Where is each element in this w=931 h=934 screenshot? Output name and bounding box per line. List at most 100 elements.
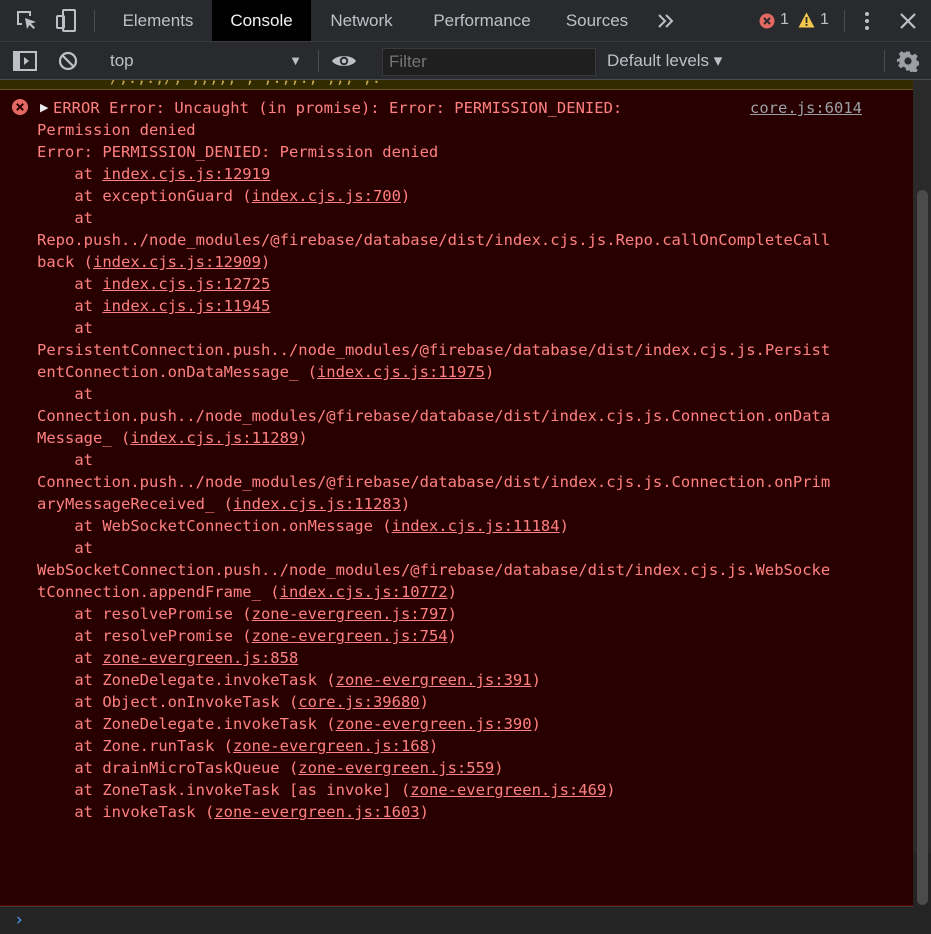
source-link[interactable]: zone-evergreen.js:1603 bbox=[214, 803, 419, 821]
stack-trace-text: at invokeTask ( bbox=[37, 803, 215, 821]
source-link[interactable]: index.cjs.js:11289 bbox=[130, 429, 298, 447]
stack-trace-line: Connection.push../node_modules/@firebase… bbox=[37, 471, 830, 493]
error-message[interactable]: ▶ core.js:6014 ERROR Error: Uncaught (in… bbox=[0, 90, 913, 906]
error-count-icon[interactable] bbox=[759, 13, 775, 29]
log-levels-dropdown[interactable]: Default levels ▾ bbox=[607, 42, 722, 79]
stack-trace-line: Permission denied bbox=[37, 119, 196, 141]
stack-trace-text: at exceptionGuard ( bbox=[37, 187, 252, 205]
double-chevron-right-icon[interactable] bbox=[656, 11, 676, 31]
source-link[interactable]: index.cjs.js:10772 bbox=[280, 583, 448, 601]
stack-trace-line: at drainMicroTaskQueue (zone-evergreen.j… bbox=[37, 757, 503, 779]
stack-trace-text: at resolvePromise ( bbox=[37, 605, 252, 623]
source-link[interactable]: zone-evergreen.js:559 bbox=[298, 759, 494, 777]
source-link[interactable]: index.cjs.js:700 bbox=[252, 187, 401, 205]
stack-trace-line: at index.cjs.js:11945 bbox=[37, 295, 270, 317]
stack-trace-text: ERROR Error: Uncaught (in promise): Erro… bbox=[53, 99, 623, 117]
close-icon[interactable] bbox=[899, 12, 917, 30]
device-toolbar-icon[interactable] bbox=[54, 8, 80, 34]
console-messages[interactable]: /,.,.,/, ,,,,, , ,.,,., ,,, ,. ▶ core.js… bbox=[0, 80, 913, 934]
source-link[interactable]: index.cjs.js:12725 bbox=[102, 275, 270, 293]
stack-trace-text: ) bbox=[606, 781, 616, 799]
scrollbar-thumb[interactable] bbox=[917, 190, 928, 905]
stack-trace-text: Repo.push../node_modules/@firebase/datab… bbox=[37, 231, 831, 249]
stack-trace-text: ) bbox=[400, 495, 411, 513]
source-link[interactable]: index.cjs.js:12919 bbox=[102, 165, 270, 183]
stack-trace-line: Error: PERMISSION_DENIED: Permission den… bbox=[37, 141, 438, 163]
error-count[interactable]: 1 bbox=[780, 11, 789, 29]
source-link[interactable]: zone-evergreen.js:391 bbox=[336, 671, 532, 689]
stack-trace-line: at Zone.runTask (zone-evergreen.js:168) bbox=[37, 735, 438, 757]
stack-trace-text: at ZoneTask.invokeTask [as invoke] ( bbox=[37, 781, 411, 799]
stack-trace-text: ) bbox=[260, 253, 271, 271]
source-link[interactable]: core.js:39680 bbox=[298, 693, 419, 711]
stack-trace-text: at ZoneDelegate.invokeTask ( bbox=[37, 715, 336, 733]
stack-trace-line: back (index.cjs.js:12909) bbox=[37, 251, 270, 273]
stack-trace-line: Connection.push../node_modules/@firebase… bbox=[37, 405, 830, 427]
clear-console-icon[interactable] bbox=[58, 51, 78, 71]
stack-trace-line: at bbox=[37, 537, 93, 559]
filter-input[interactable] bbox=[382, 48, 596, 76]
stack-trace-line: at ZoneDelegate.invokeTask (zone-evergre… bbox=[37, 669, 541, 691]
source-link[interactable]: index.cjs.js:11945 bbox=[102, 297, 270, 315]
toolbar-divider bbox=[844, 10, 845, 32]
stack-trace-line: at Object.onInvokeTask (core.js:39680) bbox=[37, 691, 429, 713]
eye-icon[interactable] bbox=[331, 53, 357, 69]
vertical-scrollbar[interactable] bbox=[913, 80, 931, 905]
stack-trace-line: at WebSocketConnection.onMessage (index.… bbox=[37, 515, 569, 537]
stack-trace-text: Connection.push../node_modules/@firebase… bbox=[37, 407, 831, 425]
stack-trace-line: at invokeTask (zone-evergreen.js:1603) bbox=[37, 801, 429, 823]
warning-count-icon[interactable] bbox=[798, 12, 815, 28]
stack-trace-text: Permission denied bbox=[37, 121, 196, 139]
stack-trace-text: ) bbox=[298, 429, 308, 447]
kebab-menu-icon[interactable] bbox=[860, 11, 874, 31]
tab-performance[interactable]: Performance bbox=[414, 0, 550, 41]
sidebar-toggle-icon[interactable] bbox=[13, 51, 37, 71]
stack-trace-line: tConnection.appendFrame_ (index.cjs.js:1… bbox=[37, 581, 457, 603]
toolbar-divider bbox=[884, 50, 885, 72]
message-source-link[interactable]: core.js:6014 bbox=[750, 97, 862, 119]
source-link[interactable]: index.cjs.js:11283 bbox=[233, 495, 401, 513]
stack-trace-text: aryMessageReceived_ ( bbox=[37, 495, 233, 513]
stack-trace-line: ERROR Error: Uncaught (in promise): Erro… bbox=[53, 97, 622, 119]
stack-trace-text: at bbox=[37, 451, 93, 469]
source-link[interactable]: zone-evergreen.js:390 bbox=[336, 715, 532, 733]
stack-trace-line: at index.cjs.js:12725 bbox=[37, 273, 270, 295]
inspect-element-icon[interactable] bbox=[14, 8, 40, 34]
stack-trace-text: WebSocketConnection.push../node_modules/… bbox=[37, 561, 831, 579]
stack-trace-text: ) bbox=[531, 715, 541, 733]
source-link[interactable]: index.cjs.js:12909 bbox=[93, 253, 261, 271]
stack-trace-line: at bbox=[37, 317, 93, 339]
console-input[interactable]: › bbox=[0, 906, 913, 934]
tab-network[interactable]: Network bbox=[313, 0, 410, 41]
tab-console[interactable]: Console bbox=[212, 0, 311, 41]
expand-triangle-icon[interactable]: ▶ bbox=[40, 101, 48, 114]
devtools-tab-bar: Elements Console Network Performance Sou… bbox=[0, 0, 931, 42]
stack-trace-line: at bbox=[37, 207, 93, 229]
stack-trace-text: at resolvePromise ( bbox=[37, 627, 252, 645]
stack-trace-text: at Zone.runTask ( bbox=[37, 737, 233, 755]
gear-icon[interactable] bbox=[897, 50, 919, 72]
stack-trace-text: at bbox=[37, 319, 93, 337]
stack-trace-text: Error: PERMISSION_DENIED: Permission den… bbox=[37, 143, 439, 161]
stack-trace-text: ) bbox=[419, 803, 429, 821]
source-link[interactable]: zone-evergreen.js:858 bbox=[102, 649, 298, 667]
stack-trace-text: at bbox=[37, 209, 93, 227]
source-link[interactable]: zone-evergreen.js:797 bbox=[252, 605, 448, 623]
source-link[interactable]: index.cjs.js:11184 bbox=[392, 517, 560, 535]
stack-trace-line: at resolvePromise (zone-evergreen.js:754… bbox=[37, 625, 457, 647]
source-link[interactable]: zone-evergreen.js:469 bbox=[410, 781, 606, 799]
source-link[interactable]: zone-evergreen.js:754 bbox=[252, 627, 448, 645]
tab-elements[interactable]: Elements bbox=[108, 0, 208, 41]
warning-count[interactable]: 1 bbox=[820, 11, 829, 29]
stack-trace-line: at ZoneDelegate.invokeTask (zone-evergre… bbox=[37, 713, 541, 735]
stack-trace-text: at WebSocketConnection.onMessage ( bbox=[37, 517, 392, 535]
source-link[interactable]: index.cjs.js:11975 bbox=[317, 363, 485, 381]
toolbar-divider bbox=[318, 50, 319, 72]
stack-trace-text: ) bbox=[400, 187, 411, 205]
stack-trace-line: WebSocketConnection.push../node_modules/… bbox=[37, 559, 830, 581]
tab-sources[interactable]: Sources bbox=[554, 0, 640, 41]
stack-trace-text: at ZoneDelegate.invokeTask ( bbox=[37, 671, 336, 689]
context-selector[interactable]: top ▼ bbox=[98, 42, 310, 79]
stack-trace-text: ) bbox=[484, 363, 495, 381]
source-link[interactable]: zone-evergreen.js:168 bbox=[233, 737, 429, 755]
